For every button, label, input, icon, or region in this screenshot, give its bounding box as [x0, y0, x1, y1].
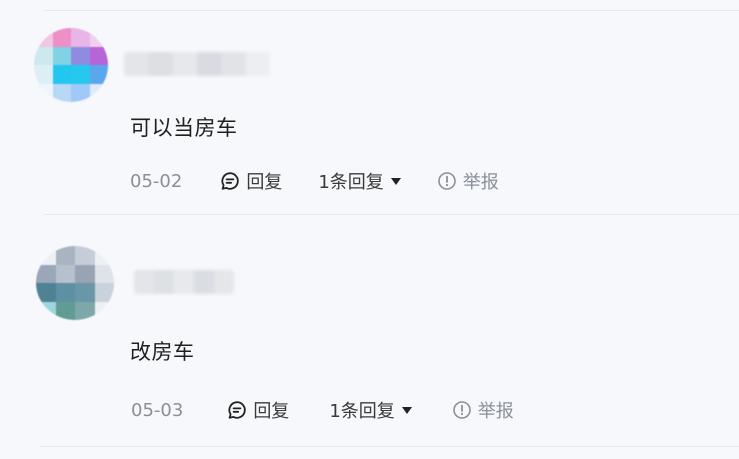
top-divider: [44, 10, 739, 11]
comment-date: 05-02: [130, 170, 183, 192]
bottom-divider: [40, 446, 739, 447]
user-avatar[interactable]: [34, 28, 108, 102]
warning-circle-icon: [437, 172, 456, 190]
expand-replies-button[interactable]: 1条回复: [318, 168, 401, 194]
reply-label: 回复: [253, 401, 290, 422]
chat-bubble-icon: [228, 401, 247, 419]
report-label: 举报: [477, 401, 514, 422]
comment-text: 改房车: [130, 340, 195, 364]
report-label: 举报: [462, 172, 499, 193]
comment-divider: [44, 214, 739, 215]
reply-button[interactable]: 回复: [220, 168, 282, 194]
comment-date: 05-03: [131, 399, 184, 421]
comment-meta: 05-02 回复 1条回复 举报: [130, 168, 499, 194]
username-blurred[interactable]: [124, 52, 270, 76]
reply-button[interactable]: 回复: [227, 397, 289, 423]
comment-meta: 05-03 回复 1条回复 举报: [131, 397, 514, 423]
comment-text: 可以当房车: [130, 116, 238, 140]
username-blurred[interactable]: [134, 270, 234, 294]
report-button[interactable]: 举报: [452, 397, 514, 423]
user-avatar[interactable]: [36, 246, 114, 320]
reply-label: 回复: [246, 172, 283, 193]
chat-bubble-icon: [221, 172, 240, 190]
warning-circle-icon: [452, 401, 471, 419]
caret-down-icon: [390, 177, 401, 185]
report-button[interactable]: 举报: [437, 168, 499, 194]
expand-replies-button[interactable]: 1条回复: [329, 397, 412, 423]
caret-down-icon: [401, 406, 412, 414]
replies-count-label: 1条回复: [318, 172, 384, 193]
replies-count-label: 1条回复: [329, 401, 395, 422]
